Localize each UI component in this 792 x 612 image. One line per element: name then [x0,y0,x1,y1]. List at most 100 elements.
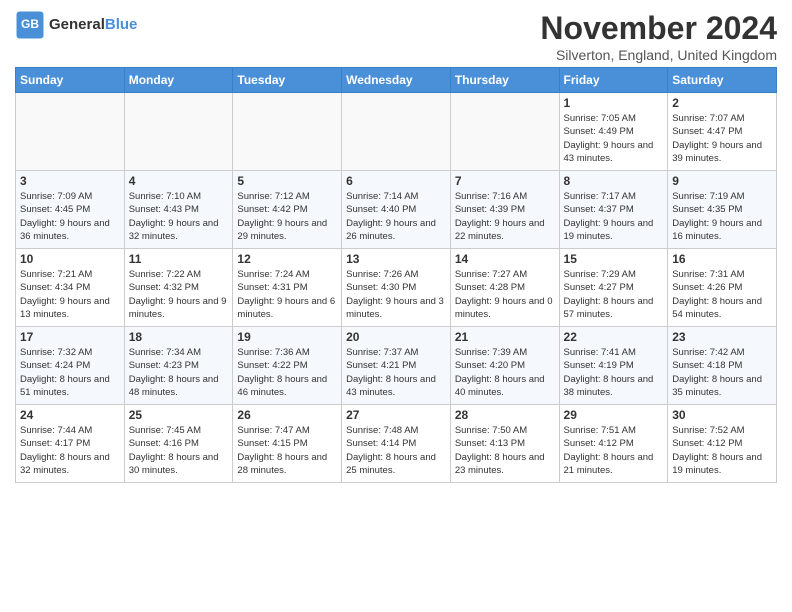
day-info: Sunrise: 7:22 AM Sunset: 4:32 PM Dayligh… [129,268,229,321]
day-info: Sunrise: 7:14 AM Sunset: 4:40 PM Dayligh… [346,190,446,243]
calendar-cell: 19Sunrise: 7:36 AM Sunset: 4:22 PM Dayli… [233,327,342,405]
day-number: 22 [564,330,664,344]
calendar-cell: 20 Sunrise: 7:37 AM Sunset: 4:21 PM Dayli… [342,327,451,405]
day-number: 10 [20,252,120,266]
calendar-cell: 30 Sunrise: 7:52 AM Sunset: 4:12 PM Dayli… [668,405,777,483]
week-row-3: 10 Sunrise: 7:21 AM Sunset: 4:34 PM Dayli… [16,249,777,327]
day-info: Sunrise: 7:44 AM Sunset: 4:17 PM Dayligh… [20,424,120,477]
day-info: Sunrise: 7:41 AM Sunset: 4:19 PM Dayligh… [564,346,664,399]
calendar-cell: 18 Sunrise: 7:34 AM Sunset: 4:23 PM Dayli… [124,327,233,405]
day-number: 7 [455,174,555,188]
day-number: 27 [346,408,446,422]
day-number: 30 [672,408,772,422]
day-info: Sunrise: 7:26 AM Sunset: 4:30 PM Dayligh… [346,268,446,321]
calendar-cell [124,93,233,171]
calendar-cell: 24 Sunrise: 7:44 AM Sunset: 4:17 PM Dayli… [16,405,125,483]
week-row-2: 3Sunrise: 7:09 AM Sunset: 4:45 PM Daylig… [16,171,777,249]
calendar-header: GB GeneralBlue November 2024 Silverton, … [15,10,777,63]
calendar-table: SundayMondayTuesdayWednesdayThursdayFrid… [15,67,777,483]
day-number: 29 [564,408,664,422]
calendar-cell: 29 Sunrise: 7:51 AM Sunset: 4:12 PM Dayli… [559,405,668,483]
day-info: Sunrise: 7:24 AM Sunset: 4:31 PM Dayligh… [237,268,337,321]
day-info: Sunrise: 7:52 AM Sunset: 4:12 PM Dayligh… [672,424,772,477]
day-number: 13 [346,252,446,266]
calendar-cell: 12 Sunrise: 7:24 AM Sunset: 4:31 PM Dayli… [233,249,342,327]
day-number: 12 [237,252,337,266]
week-row-5: 24 Sunrise: 7:44 AM Sunset: 4:17 PM Dayli… [16,405,777,483]
calendar-cell: 5Sunrise: 7:12 AM Sunset: 4:42 PM Daylig… [233,171,342,249]
day-number: 28 [455,408,555,422]
calendar-cell: 8 Sunrise: 7:17 AM Sunset: 4:37 PM Daylig… [559,171,668,249]
calendar-cell: 2Sunrise: 7:07 AM Sunset: 4:47 PM Daylig… [668,93,777,171]
day-number: 8 [564,174,664,188]
logo-text-blue: Blue [105,16,138,33]
calendar-cell: 11 Sunrise: 7:22 AM Sunset: 4:32 PM Dayli… [124,249,233,327]
calendar-cell: 1 Sunrise: 7:05 AM Sunset: 4:49 PM Daylig… [559,93,668,171]
svg-text:GB: GB [21,17,39,31]
calendar-cell: 27Sunrise: 7:48 AM Sunset: 4:14 PM Dayli… [342,405,451,483]
day-info: Sunrise: 7:10 AM Sunset: 4:43 PM Dayligh… [129,190,229,243]
day-info: Sunrise: 7:16 AM Sunset: 4:39 PM Dayligh… [455,190,555,243]
day-info: Sunrise: 7:39 AM Sunset: 4:20 PM Dayligh… [455,346,555,399]
day-number: 16 [672,252,772,266]
day-info: Sunrise: 7:17 AM Sunset: 4:37 PM Dayligh… [564,190,664,243]
title-block: November 2024 Silverton, England, United… [540,10,777,63]
day-number: 24 [20,408,120,422]
day-number: 17 [20,330,120,344]
day-number: 14 [455,252,555,266]
calendar-cell: 23 Sunrise: 7:42 AM Sunset: 4:18 PM Dayli… [668,327,777,405]
calendar-cell: 28Sunrise: 7:50 AM Sunset: 4:13 PM Dayli… [450,405,559,483]
calendar-cell: 13 Sunrise: 7:26 AM Sunset: 4:30 PM Dayli… [342,249,451,327]
day-info: Sunrise: 7:19 AM Sunset: 4:35 PM Dayligh… [672,190,772,243]
day-info: Sunrise: 7:47 AM Sunset: 4:15 PM Dayligh… [237,424,337,477]
calendar-cell: 3Sunrise: 7:09 AM Sunset: 4:45 PM Daylig… [16,171,125,249]
calendar-cell: 25Sunrise: 7:45 AM Sunset: 4:16 PM Dayli… [124,405,233,483]
day-number: 18 [129,330,229,344]
logo-icon: GB [15,10,45,40]
day-info: Sunrise: 7:27 AM Sunset: 4:28 PM Dayligh… [455,268,555,321]
calendar-cell: 15Sunrise: 7:29 AM Sunset: 4:27 PM Dayli… [559,249,668,327]
day-number: 20 [346,330,446,344]
week-row-1: 1 Sunrise: 7:05 AM Sunset: 4:49 PM Daylig… [16,93,777,171]
calendar-cell: 9 Sunrise: 7:19 AM Sunset: 4:35 PM Daylig… [668,171,777,249]
calendar-cell [342,93,451,171]
week-row-4: 17Sunrise: 7:32 AM Sunset: 4:24 PM Dayli… [16,327,777,405]
day-number: 9 [672,174,772,188]
month-title: November 2024 [540,10,777,47]
day-number: 2 [672,96,772,110]
day-number: 15 [564,252,664,266]
day-info: Sunrise: 7:31 AM Sunset: 4:26 PM Dayligh… [672,268,772,321]
day-number: 5 [237,174,337,188]
header-row: SundayMondayTuesdayWednesdayThursdayFrid… [16,68,777,93]
calendar-cell: 17Sunrise: 7:32 AM Sunset: 4:24 PM Dayli… [16,327,125,405]
location-subtitle: Silverton, England, United Kingdom [540,47,777,63]
day-number: 23 [672,330,772,344]
day-info: Sunrise: 7:36 AM Sunset: 4:22 PM Dayligh… [237,346,337,399]
header-day-sunday: Sunday [16,68,125,93]
calendar-container: GB GeneralBlue November 2024 Silverton, … [0,0,792,488]
day-info: Sunrise: 7:42 AM Sunset: 4:18 PM Dayligh… [672,346,772,399]
day-number: 11 [129,252,229,266]
calendar-cell: 6 Sunrise: 7:14 AM Sunset: 4:40 PM Daylig… [342,171,451,249]
day-number: 4 [129,174,229,188]
day-info: Sunrise: 7:21 AM Sunset: 4:34 PM Dayligh… [20,268,120,321]
header-day-friday: Friday [559,68,668,93]
day-number: 25 [129,408,229,422]
header-day-thursday: Thursday [450,68,559,93]
calendar-cell: 16 Sunrise: 7:31 AM Sunset: 4:26 PM Dayli… [668,249,777,327]
calendar-cell [233,93,342,171]
logo-text-general: General [49,16,105,33]
day-info: Sunrise: 7:09 AM Sunset: 4:45 PM Dayligh… [20,190,120,243]
day-number: 26 [237,408,337,422]
day-info: Sunrise: 7:34 AM Sunset: 4:23 PM Dayligh… [129,346,229,399]
day-info: Sunrise: 7:05 AM Sunset: 4:49 PM Dayligh… [564,112,664,165]
day-info: Sunrise: 7:37 AM Sunset: 4:21 PM Dayligh… [346,346,446,399]
calendar-cell: 10 Sunrise: 7:21 AM Sunset: 4:34 PM Dayli… [16,249,125,327]
header-day-saturday: Saturday [668,68,777,93]
day-number: 6 [346,174,446,188]
calendar-cell: 21Sunrise: 7:39 AM Sunset: 4:20 PM Dayli… [450,327,559,405]
logo: GB GeneralBlue [15,10,137,40]
calendar-cell [450,93,559,171]
day-number: 1 [564,96,664,110]
day-info: Sunrise: 7:51 AM Sunset: 4:12 PM Dayligh… [564,424,664,477]
